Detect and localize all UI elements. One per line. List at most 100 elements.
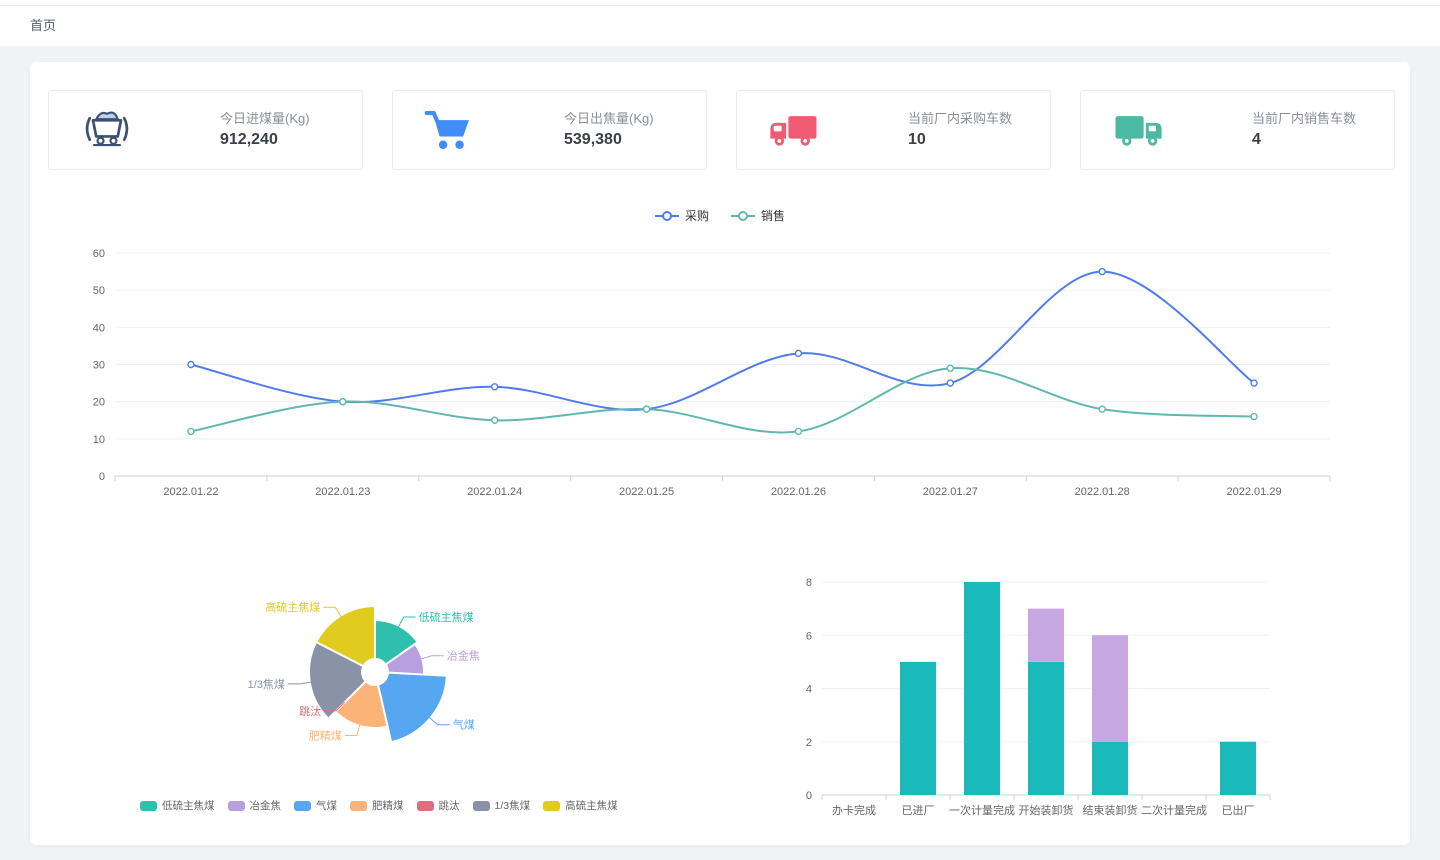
chart-text-label: 2022.01.27: [923, 486, 978, 498]
line-series: [191, 368, 1254, 433]
chart-text-label: 0: [99, 471, 105, 483]
pie-legend-item[interactable]: 1/3焦煤: [473, 798, 531, 813]
data-point-marker: [795, 428, 801, 434]
chart-text-label: 40: [93, 322, 105, 334]
data-point-marker: [947, 365, 953, 371]
data-point-marker: [492, 384, 498, 390]
stat-card-sales-trucks: 当前厂内销售车数 4: [1080, 90, 1395, 170]
legend-label: 气煤: [316, 798, 337, 813]
data-point-marker: [188, 428, 194, 434]
stat-card-value: 10: [908, 129, 1028, 151]
pie-legend-item[interactable]: 肥精煤: [350, 798, 404, 813]
data-point-marker: [1099, 406, 1105, 412]
bar-segment[interactable]: [964, 582, 1000, 795]
legend-swatch: [543, 801, 560, 811]
data-point-marker: [188, 362, 194, 368]
bar-segment[interactable]: [1028, 662, 1064, 795]
chart-text-label: 8: [806, 577, 812, 589]
dashboard-panel: 今日进煤量(Kg) 912,240 今日出焦量(Kg) 539,380: [30, 62, 1410, 845]
legend-swatch: [473, 801, 490, 811]
bar-segment[interactable]: [1092, 635, 1128, 742]
legend-swatch: [417, 801, 434, 811]
stat-card-title: 当前厂内销售车数: [1252, 109, 1372, 129]
chart-text-label: 低硫主焦煤: [419, 610, 474, 624]
chart-text-label: 0: [806, 790, 812, 802]
chart-text-label: 一次计量完成: [949, 803, 1015, 817]
pie-legend-item[interactable]: 跳汰: [417, 798, 460, 813]
stat-card-title: 今日出焦量(Kg): [564, 109, 684, 129]
chart-text-label: 2022.01.22: [163, 486, 218, 498]
chart-text-label: 2022.01.25: [619, 486, 674, 498]
chart-text-label: 办卡完成: [832, 803, 876, 817]
chart-text-label: 50: [93, 285, 105, 297]
chart-text-label: 10: [93, 434, 105, 446]
pie-legend-item[interactable]: 高硫主焦煤: [543, 798, 618, 813]
stat-card-purchase-trucks: 当前厂内采购车数 10: [736, 90, 1051, 170]
pie-chart-legend: 低硫主焦煤 冶金焦 气煤 肥精煤 跳汰 1/3焦煤 高硫主焦煤: [140, 798, 618, 813]
chart-text-label: 60: [93, 248, 105, 260]
legend-label: 高硫主焦煤: [565, 798, 618, 813]
bar-segment[interactable]: [1028, 609, 1064, 662]
chart-text-label: 2022.01.26: [771, 486, 826, 498]
data-point-marker: [644, 406, 650, 412]
legend-swatch: [228, 801, 245, 811]
purchase-truck-icon: [767, 106, 823, 154]
data-point-marker: [1251, 414, 1257, 420]
stat-card-coal-in: 今日进煤量(Kg) 912,240: [48, 90, 363, 170]
chart-text-label: 已进厂: [902, 804, 935, 817]
pie-label-leader-line: [288, 682, 312, 684]
pie-label-leader-line: [429, 717, 450, 725]
chart-text-label: 30: [93, 360, 105, 372]
chart-text-label: 2022.01.28: [1075, 486, 1130, 498]
bar-segment[interactable]: [1220, 742, 1256, 795]
stat-card-title: 当前厂内采购车数: [908, 109, 1028, 129]
legend-label: 1/3焦煤: [495, 798, 531, 813]
data-point-marker: [947, 380, 953, 386]
chart-text-label: 跳汰: [299, 704, 321, 718]
pie-legend-item[interactable]: 冶金焦: [228, 798, 282, 813]
legend-label: 冶金焦: [250, 798, 282, 813]
legend-label: 跳汰: [439, 798, 460, 813]
stat-card-value: 912,240: [220, 129, 340, 151]
legend-swatch: [140, 801, 157, 811]
chart-text-label: 2022.01.23: [315, 486, 370, 498]
chart-text-label: 二次计量完成: [1141, 803, 1207, 817]
bar-segment[interactable]: [900, 662, 936, 795]
stat-card-value: 4: [1252, 129, 1372, 151]
chart-text-label: 开始装卸货: [1019, 803, 1074, 817]
data-point-marker: [1251, 380, 1257, 386]
pie-legend-item[interactable]: 低硫主焦煤: [140, 798, 215, 813]
data-point-marker: [1099, 269, 1105, 275]
mine-cart-icon: [79, 106, 135, 154]
chart-text-label: 4: [806, 684, 812, 696]
chart-text-label: 结束装卸货: [1083, 803, 1138, 817]
top-navigation-bar: 首页: [0, 0, 1440, 46]
breadcrumb-home[interactable]: 首页: [30, 15, 56, 34]
stat-cards-row: 今日进煤量(Kg) 912,240 今日出焦量(Kg) 539,380: [48, 90, 1395, 170]
data-point-marker: [340, 399, 346, 405]
sales-truck-icon: [1111, 106, 1167, 154]
chart-text-label: 2022.01.24: [467, 486, 522, 498]
bar-segment[interactable]: [1092, 742, 1128, 795]
chart-text-label: 已出厂: [1222, 803, 1255, 817]
chart-text-label: 冶金焦: [447, 649, 480, 663]
stat-card-title: 今日进煤量(Kg): [220, 109, 340, 129]
chart-text-label: 20: [93, 397, 105, 409]
legend-label: 肥精煤: [372, 798, 404, 813]
pie-slice[interactable]: [378, 673, 447, 742]
pie-label-leader-line: [420, 656, 444, 659]
chart-text-label: 肥精煤: [309, 729, 342, 742]
data-point-marker: [795, 350, 801, 356]
data-point-marker: [492, 417, 498, 423]
pie-legend-item[interactable]: 气煤: [294, 798, 337, 813]
chart-text-label: 2: [806, 737, 812, 749]
stat-card-value: 539,380: [564, 129, 684, 151]
chart-text-label: 气煤: [453, 718, 475, 732]
chart-text-label: 高硫主焦煤: [265, 600, 320, 614]
stat-card-coke-out: 今日出焦量(Kg) 539,380: [392, 90, 707, 170]
line-series: [191, 272, 1254, 410]
legend-label: 低硫主焦煤: [162, 798, 215, 813]
legend-swatch: [294, 801, 311, 811]
chart-text-label: 1/3焦煤: [248, 678, 285, 691]
top-divider: [0, 5, 1440, 6]
